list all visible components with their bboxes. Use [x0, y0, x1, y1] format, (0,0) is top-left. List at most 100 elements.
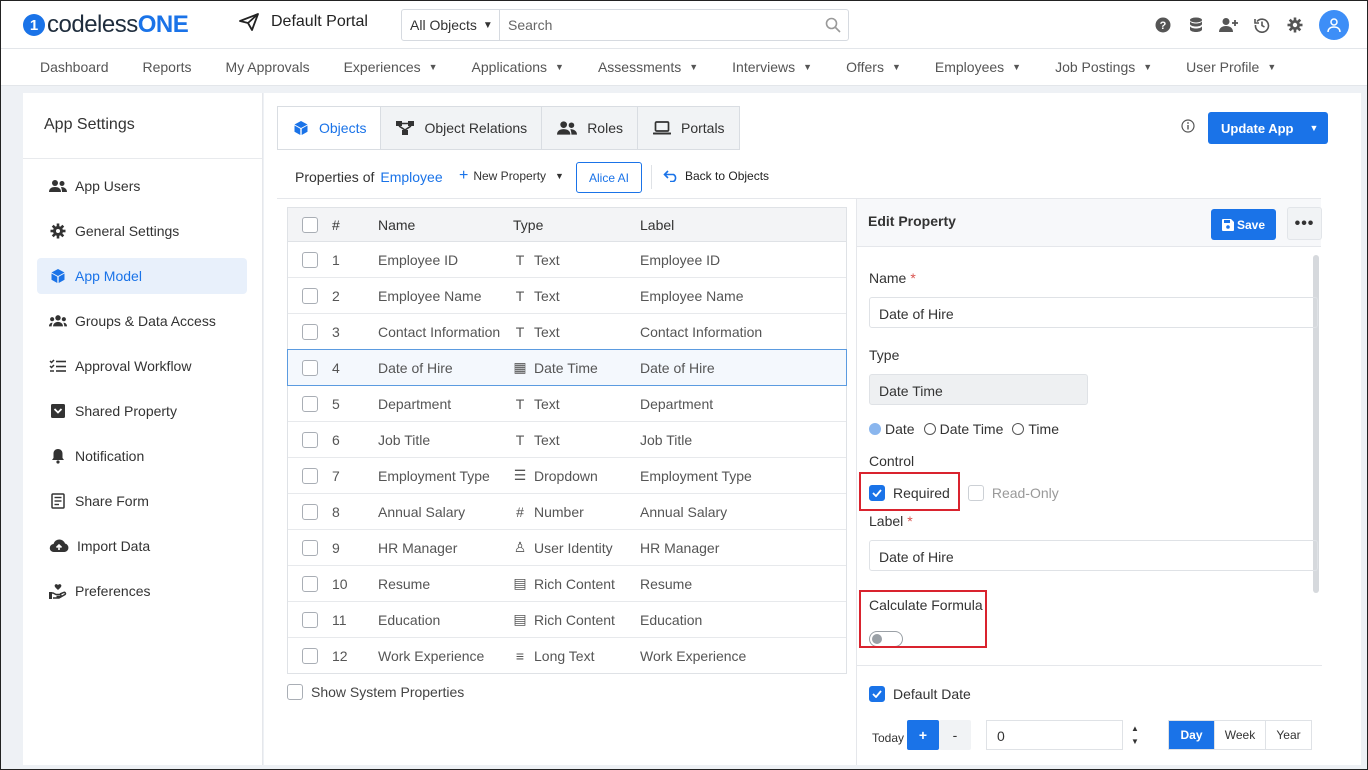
add-user-icon[interactable]: [1212, 9, 1245, 41]
unit-week[interactable]: Week: [1215, 721, 1266, 749]
row-label: Department: [640, 395, 714, 412]
default-date-offset: Today + - 0 ▲ ▼ Day Week Year: [869, 720, 1324, 750]
plus-button[interactable]: +: [907, 720, 939, 750]
logo[interactable]: 1 codelessONE: [23, 11, 189, 39]
nav-assessments[interactable]: Assessments ▼: [581, 59, 715, 75]
offset-input[interactable]: 0: [986, 720, 1123, 750]
nav-my-approvals[interactable]: My Approvals: [209, 59, 327, 75]
row-checkbox[interactable]: [302, 323, 318, 340]
tab-roles[interactable]: Roles: [541, 106, 637, 150]
row-checkbox[interactable]: [302, 503, 318, 520]
nav-dashboard[interactable]: Dashboard: [23, 59, 126, 75]
label-input[interactable]: Date of Hire: [869, 540, 1318, 571]
minus-button[interactable]: -: [939, 720, 971, 750]
table-row[interactable]: 9 HR Manager ♙ User Identity HR Manager: [288, 530, 846, 566]
row-checkbox[interactable]: [302, 431, 318, 448]
caret-down-icon: ▼: [482, 19, 493, 31]
object-name-link[interactable]: Employee: [380, 169, 442, 185]
radio-date[interactable]: Date: [869, 421, 915, 437]
default-date-checkbox[interactable]: [869, 686, 885, 702]
tab-objects[interactable]: Objects: [277, 106, 381, 150]
show-system-properties-checkbox[interactable]: [287, 684, 303, 700]
alice-ai-button[interactable]: Alice AI: [576, 162, 642, 193]
row-checkbox[interactable]: [302, 395, 318, 412]
table-row[interactable]: 12 Work Experience ≡ Long Text Work Exper…: [288, 638, 846, 674]
unit-year[interactable]: Year: [1266, 721, 1311, 749]
table-row[interactable]: 6 Job Title T Text Job Title: [288, 422, 846, 458]
table-row[interactable]: 11 Education ▤ Rich Content Education: [288, 602, 846, 638]
header-type[interactable]: Type: [513, 217, 640, 233]
user-avatar-icon[interactable]: [1319, 10, 1349, 40]
nav-user-profile[interactable]: User Profile ▼: [1169, 59, 1293, 75]
new-property-button[interactable]: + New Property ▼: [459, 168, 564, 184]
info-icon[interactable]: [1181, 119, 1195, 136]
stepper-up-icon[interactable]: ▲: [1131, 722, 1139, 735]
search-icon[interactable]: [818, 10, 848, 40]
portal-switcher[interactable]: Default Portal: [239, 13, 368, 31]
header-name[interactable]: Name: [378, 217, 513, 233]
row-name: Employee ID: [378, 251, 459, 268]
show-system-properties[interactable]: Show System Properties: [287, 684, 464, 700]
update-app-button[interactable]: Update App ▼: [1208, 112, 1328, 144]
table-row-selected[interactable]: 4 Date of Hire ▦ Date Time Date of Hire: [287, 349, 847, 386]
row-checkbox[interactable]: [302, 287, 318, 304]
table-row[interactable]: 8 Annual Salary # Number Annual Salary: [288, 494, 846, 530]
stepper-down-icon[interactable]: ▼: [1131, 735, 1139, 748]
table-row[interactable]: 1 Employee ID T Text Employee ID: [288, 242, 846, 278]
more-options-button[interactable]: •••: [1287, 207, 1322, 240]
sidebar-item-import-data[interactable]: Import Data: [37, 528, 247, 564]
row-checkbox[interactable]: [302, 251, 318, 268]
back-to-objects-button[interactable]: Back to Objects: [663, 169, 769, 183]
rich-content-type-icon: ▤: [513, 575, 527, 591]
row-checkbox[interactable]: [302, 359, 318, 376]
default-date-option[interactable]: Default Date: [869, 686, 971, 702]
table-row[interactable]: 3 Contact Information T Text Contact Info…: [288, 314, 846, 350]
database-icon[interactable]: [1179, 9, 1212, 41]
row-checkbox[interactable]: [302, 611, 318, 628]
help-icon[interactable]: ?: [1146, 9, 1179, 41]
unit-day[interactable]: Day: [1169, 721, 1215, 749]
radio-time[interactable]: Time: [1012, 421, 1059, 437]
sidebar-item-approval-workflow[interactable]: Approval Workflow: [37, 348, 247, 384]
row-checkbox[interactable]: [302, 575, 318, 592]
row-checkbox[interactable]: [302, 467, 318, 484]
header-label[interactable]: Label: [640, 217, 846, 233]
caret-down-icon[interactable]: ▼: [1300, 123, 1328, 133]
tab-portals[interactable]: Portals: [636, 106, 740, 150]
nav-offers[interactable]: Offers ▼: [829, 59, 918, 75]
select-all-checkbox[interactable]: [302, 216, 318, 233]
radio-button[interactable]: [923, 423, 936, 435]
sidebar-item-general-settings[interactable]: General Settings: [37, 213, 247, 249]
tab-object-relations[interactable]: Object Relations: [380, 106, 542, 150]
table-row[interactable]: 2 Employee Name T Text Employee Name: [288, 278, 846, 314]
sidebar-item-notification[interactable]: Notification: [37, 438, 247, 474]
history-icon[interactable]: [1245, 9, 1278, 41]
nav-experiences[interactable]: Experiences ▼: [327, 59, 455, 75]
gear-icon[interactable]: [1278, 9, 1311, 41]
row-checkbox[interactable]: [302, 539, 318, 556]
row-checkbox[interactable]: [302, 648, 318, 664]
radio-date-time[interactable]: Date Time: [923, 421, 1003, 437]
offset-stepper[interactable]: ▲ ▼: [1131, 722, 1139, 748]
radio-button[interactable]: [1012, 423, 1025, 435]
nav-reports[interactable]: Reports: [126, 59, 209, 75]
sidebar-item-groups-data-access[interactable]: Groups & Data Access: [37, 303, 247, 339]
sidebar-item-app-model[interactable]: App Model: [37, 258, 247, 294]
read-only-checkbox[interactable]: [967, 485, 984, 501]
nav-job-postings[interactable]: Job Postings ▼: [1038, 59, 1169, 75]
sidebar-item-shared-property[interactable]: Shared Property: [37, 393, 247, 429]
name-input[interactable]: Date of Hire: [869, 297, 1318, 328]
sidebar-item-app-users[interactable]: App Users: [37, 168, 247, 204]
search-scope-select[interactable]: All Objects ▼: [402, 10, 500, 40]
table-row[interactable]: 5 Department T Text Department: [288, 386, 846, 422]
nav-interviews[interactable]: Interviews ▼: [715, 59, 829, 75]
save-button[interactable]: Save: [1211, 209, 1276, 240]
search-input[interactable]: [500, 10, 818, 40]
sidebar-item-share-form[interactable]: Share Form: [37, 483, 247, 519]
radio-button-selected[interactable]: [869, 423, 881, 435]
sidebar-item-preferences[interactable]: Preferences: [37, 573, 247, 609]
table-row[interactable]: 10 Resume ▤ Rich Content Resume: [288, 566, 846, 602]
nav-employees[interactable]: Employees ▼: [918, 59, 1038, 75]
table-row[interactable]: 7 Employment Type ☰ Dropdown Employment T…: [288, 458, 846, 494]
nav-applications[interactable]: Applications ▼: [455, 59, 581, 75]
